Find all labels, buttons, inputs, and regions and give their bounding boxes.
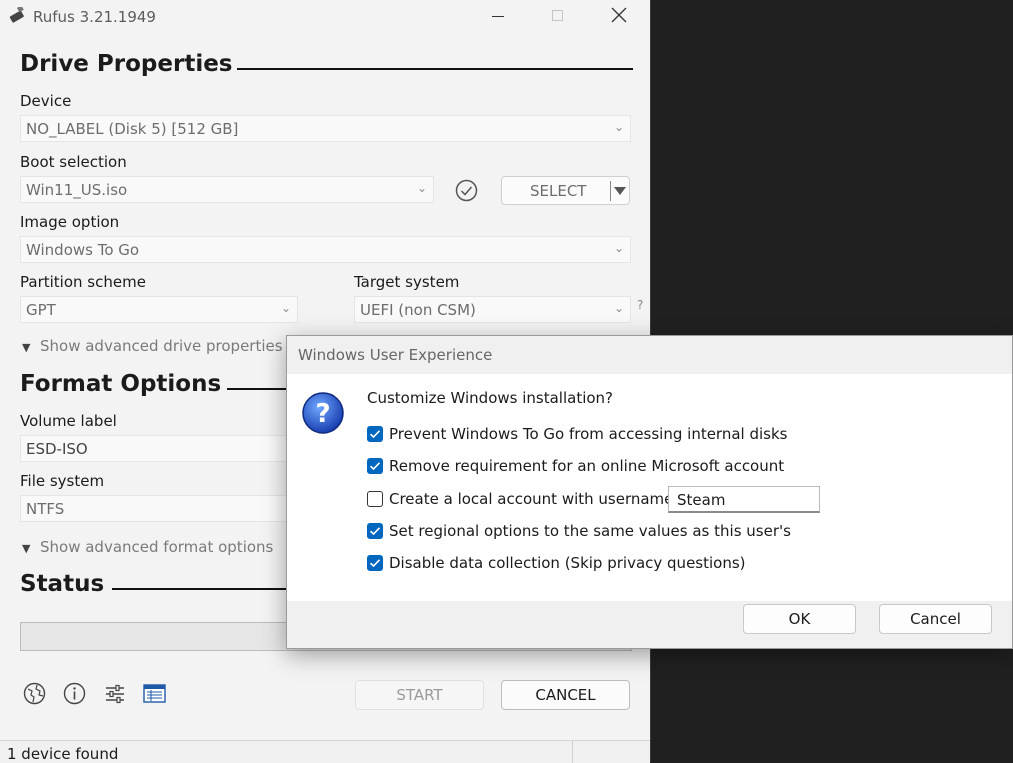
split-divider	[610, 181, 611, 201]
show-advanced-format-toggle[interactable]: ▼ Show advanced format options	[22, 538, 273, 556]
dropdown-arrow-icon[interactable]	[614, 187, 626, 195]
show-advanced-drive-toggle[interactable]: ▼ Show advanced drive properties	[22, 337, 283, 355]
rufus-logo-icon	[8, 5, 28, 29]
minimize-icon[interactable]	[492, 16, 504, 17]
cancel-button[interactable]: CANCEL	[501, 680, 630, 710]
log-icon[interactable]	[143, 684, 166, 707]
option-label: Set regional options to the same values …	[389, 522, 791, 540]
device-label: Device	[20, 92, 72, 110]
settings-sliders-icon[interactable]	[104, 683, 126, 709]
maximize-icon	[552, 10, 563, 21]
username-input[interactable]: Steam	[668, 486, 820, 513]
chevron-down-icon: ⌄	[613, 120, 624, 134]
status-divider	[572, 741, 573, 763]
chevron-down-icon: ⌄	[416, 181, 427, 195]
option-label: Disable data collection (Skip privacy qu…	[389, 554, 746, 572]
help-icon[interactable]: ?	[637, 298, 643, 312]
status-bar: 1 device found	[0, 740, 650, 763]
chevron-down-icon: ▼	[22, 542, 31, 555]
advanced-format-label: Show advanced format options	[40, 538, 274, 556]
status-text: 1 device found	[7, 745, 119, 763]
boot-selection-value: Win11_US.iso	[26, 181, 128, 199]
partition-scheme-value: GPT	[26, 301, 56, 319]
checkbox-checked[interactable]	[367, 458, 383, 474]
checkbox-checked[interactable]	[367, 555, 383, 571]
section-divider	[237, 68, 633, 70]
target-system-dropdown[interactable]: UEFI (non CSM) ⌄	[354, 296, 631, 323]
globe-icon[interactable]	[23, 682, 46, 709]
dialog-title: Windows User Experience	[298, 346, 493, 364]
advanced-drive-label: Show advanced drive properties	[40, 337, 283, 355]
info-icon[interactable]	[63, 682, 86, 709]
check-circle-icon[interactable]	[455, 179, 478, 206]
file-system-value: NTFS	[26, 500, 65, 518]
chevron-down-icon: ⌄	[280, 301, 291, 315]
ok-button[interactable]: OK	[743, 604, 856, 634]
device-dropdown[interactable]: NO_LABEL (Disk 5) [512 GB] ⌄	[20, 115, 631, 142]
dialog-title-bar: Windows User Experience	[287, 336, 1012, 374]
option-label: Prevent Windows To Go from accessing int…	[389, 425, 788, 443]
image-option-dropdown[interactable]: Windows To Go ⌄	[20, 236, 631, 263]
device-value: NO_LABEL (Disk 5) [512 GB]	[26, 120, 239, 138]
start-button[interactable]: START	[355, 680, 484, 710]
select-button[interactable]: SELECT	[501, 176, 630, 205]
target-system-value: UEFI (non CSM)	[360, 301, 476, 319]
drive-properties-heading: Drive Properties	[20, 51, 233, 77]
file-system-dropdown[interactable]: NTFS	[20, 495, 300, 522]
chevron-down-icon: ⌄	[613, 241, 624, 255]
close-icon[interactable]	[610, 6, 628, 28]
boot-selection-dropdown[interactable]: Win11_US.iso ⌄	[20, 176, 434, 203]
checkbox-checked[interactable]	[367, 426, 383, 442]
window-title: Rufus 3.21.1949	[33, 8, 156, 26]
status-heading: Status	[20, 571, 105, 597]
option-label: Create a local account with username:	[389, 490, 679, 508]
option-label: Remove requirement for an online Microso…	[389, 457, 785, 475]
image-option-label: Image option	[20, 213, 120, 231]
volume-label-label: Volume label	[20, 412, 117, 430]
select-button-label: SELECT	[530, 182, 587, 200]
section-divider	[227, 388, 287, 390]
dialog-question: Customize Windows installation?	[367, 389, 614, 407]
section-divider	[112, 588, 288, 590]
windows-user-experience-dialog: Windows User Experience ? Customize Wind…	[286, 335, 1013, 649]
chevron-down-icon: ⌄	[613, 301, 624, 315]
dialog-footer: OK Cancel	[287, 601, 1012, 648]
file-system-label: File system	[20, 472, 105, 490]
boot-selection-label: Boot selection	[20, 153, 127, 171]
partition-scheme-label: Partition scheme	[20, 273, 146, 291]
target-system-label: Target system	[354, 273, 460, 291]
title-bar: Rufus 3.21.1949	[0, 0, 650, 34]
dialog-cancel-button[interactable]: Cancel	[879, 604, 992, 634]
chevron-down-icon: ▼	[22, 341, 31, 354]
svg-text:?: ?	[315, 399, 330, 429]
volume-label-value: ESD-ISO	[26, 440, 88, 458]
partition-scheme-dropdown[interactable]: GPT ⌄	[20, 296, 298, 323]
checkbox-checked[interactable]	[367, 523, 383, 539]
checkbox-unchecked[interactable]	[367, 491, 383, 507]
image-option-value: Windows To Go	[26, 241, 140, 259]
volume-label-input[interactable]: ESD-ISO	[20, 435, 300, 462]
format-options-heading: Format Options	[20, 371, 222, 397]
question-icon: ?	[301, 391, 345, 439]
